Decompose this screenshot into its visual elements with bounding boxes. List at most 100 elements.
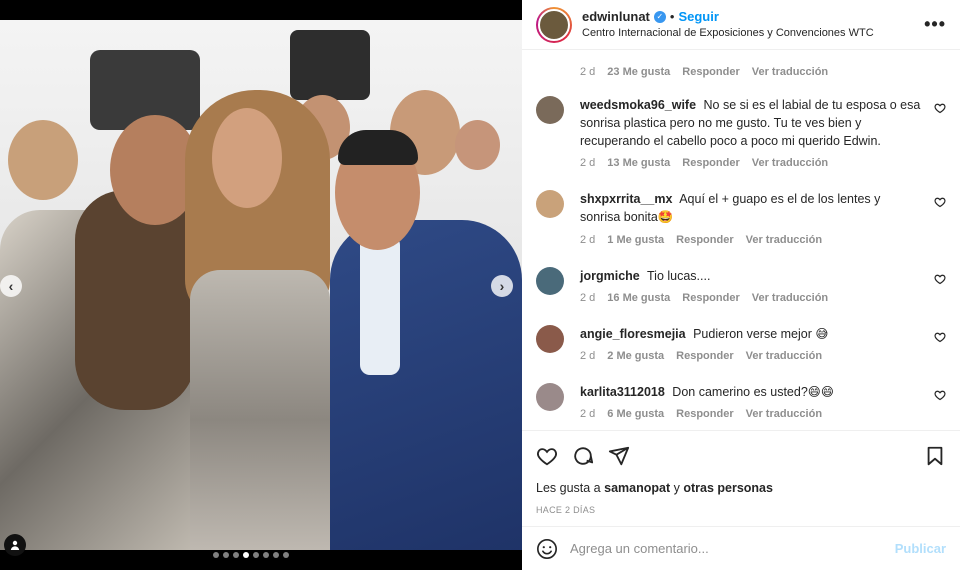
comment-meta: 2 d 2 Me gusta Responder Ver traducción <box>580 349 922 365</box>
commenter-username[interactable]: karlita3112018 <box>580 385 665 399</box>
commenter-username[interactable]: weedsmoka96_wife <box>580 98 696 112</box>
comment-item: karlita3112018 Don camerino es usted?😄😄 … <box>536 382 946 423</box>
author-username[interactable]: edwinlunat <box>582 9 650 26</box>
translate-button[interactable]: Ver traducción <box>746 407 822 423</box>
post-side-panel: edwinlunat ✓ • Seguir Centro Internacion… <box>522 0 960 570</box>
verified-badge-icon: ✓ <box>653 11 666 24</box>
translate-button[interactable]: Ver traducción <box>752 156 828 172</box>
carousel-dot <box>273 552 279 558</box>
commenter-avatar[interactable] <box>536 96 564 124</box>
next-arrow-icon[interactable]: › <box>491 275 513 297</box>
carousel-dot <box>283 552 289 558</box>
reply-button[interactable]: Responder <box>676 407 733 423</box>
comment-bubble-icon[interactable] <box>572 445 594 467</box>
carousel-indicator <box>213 552 289 558</box>
person-center-face <box>212 108 282 208</box>
reply-button[interactable]: Responder <box>676 233 733 249</box>
post-media: ‹ › <box>0 0 522 570</box>
comment-likes[interactable]: 6 Me gusta <box>607 407 664 423</box>
share-send-icon[interactable] <box>608 445 630 467</box>
comment-meta: 2 d 13 Me gusta Responder Ver traducción <box>580 156 922 172</box>
commenter-avatar[interactable] <box>536 382 564 411</box>
reply-button[interactable]: Responder <box>682 66 739 78</box>
person-center-dress <box>190 270 330 550</box>
comment-text: Don camerino es usted?😄😄 <box>672 384 834 399</box>
comment-like-heart-icon[interactable] <box>934 331 946 343</box>
carousel-dot <box>223 552 229 558</box>
comment-text: Tio lucas.... <box>647 268 711 283</box>
reply-button[interactable]: Responder <box>682 156 739 172</box>
commenter-avatar[interactable] <box>536 190 564 219</box>
person-right-shirt <box>360 235 400 375</box>
post-location[interactable]: Centro Internacional de Exposiciones y C… <box>582 26 924 40</box>
comment-time: 2 d <box>580 157 596 170</box>
like-heart-icon[interactable] <box>536 445 558 467</box>
carousel-dot <box>243 552 249 558</box>
comment-item: shxpxrrita__mx Aquí el + guapo es el de … <box>536 190 946 248</box>
more-options-icon[interactable]: ••• <box>924 14 946 35</box>
comment-time: 2 d <box>580 349 596 362</box>
comment-time: 2 d <box>580 233 596 246</box>
person-left-fur <box>75 190 195 410</box>
post-actions: Les gusta a samanopat y otras personas H… <box>522 430 960 515</box>
follow-button[interactable]: Seguir <box>678 9 718 26</box>
person-right-suit <box>330 220 522 550</box>
comment-time: 2 d <box>580 407 596 420</box>
header-separator: • <box>669 8 675 24</box>
add-comment-bar: Publicar <box>522 526 960 570</box>
publish-button[interactable]: Publicar <box>895 541 946 556</box>
likes-summary: Les gusta a samanopat y otras personas <box>536 481 946 495</box>
commenter-avatar[interactable] <box>536 324 564 353</box>
comment-likes[interactable]: 2 Me gusta <box>607 349 664 365</box>
background-person-4 <box>455 120 500 170</box>
comment-likes[interactable]: 16 Me gusta <box>607 291 670 307</box>
comment-item: weedsmoka96_wife No se si es el labial d… <box>536 96 946 172</box>
save-bookmark-icon[interactable] <box>924 445 946 467</box>
comment-like-heart-icon[interactable] <box>934 389 946 401</box>
comments-list[interactable]: 2 d 23 Me gusta Responder Ver traducción… <box>522 50 960 430</box>
comment-item: angie_floresmejia Pudieron verse mejor 😅… <box>536 324 946 365</box>
user-tag-icon[interactable] <box>4 534 26 556</box>
likes-connector: y <box>673 481 680 495</box>
translate-button[interactable]: Ver traducción <box>746 233 822 249</box>
background-person-1 <box>8 120 78 200</box>
previous-arrow-icon[interactable]: ‹ <box>0 275 22 297</box>
commenter-username[interactable]: shxpxrrita__mx <box>580 192 672 206</box>
comment-input[interactable] <box>570 541 895 556</box>
comment-time: 2 d <box>580 291 596 304</box>
translate-button[interactable]: Ver traducción <box>752 291 828 307</box>
comment-text: Pudieron verse mejor 😅 <box>693 326 829 341</box>
comment-likes[interactable]: 23 Me gusta <box>607 66 670 78</box>
likes-user-link[interactable]: samanopat <box>604 481 670 495</box>
post-photo[interactable] <box>0 20 522 550</box>
comment-time: 2 d <box>580 66 596 78</box>
emoji-icon[interactable] <box>536 538 558 560</box>
comment-meta: 2 d 16 Me gusta Responder Ver traducción <box>580 291 922 307</box>
reply-button[interactable]: Responder <box>676 349 733 365</box>
translate-button[interactable]: Ver traducción <box>752 66 828 78</box>
camera-shape-2 <box>290 30 370 100</box>
carousel-dot <box>263 552 269 558</box>
comment-item: jorgmiche Tio lucas.... 2 d 16 Me gusta … <box>536 266 946 307</box>
carousel-dot <box>253 552 259 558</box>
comment-meta: 2 d 6 Me gusta Responder Ver traducción <box>580 407 922 423</box>
translate-button[interactable]: Ver traducción <box>746 349 822 365</box>
reply-button[interactable]: Responder <box>682 291 739 307</box>
comment-like-heart-icon[interactable] <box>934 196 946 208</box>
post-header: edwinlunat ✓ • Seguir Centro Internacion… <box>522 0 960 50</box>
comment-likes[interactable]: 1 Me gusta <box>607 233 664 249</box>
person-right-hair <box>338 130 418 165</box>
author-avatar[interactable] <box>536 6 572 43</box>
comment-meta: 2 d 1 Me gusta Responder Ver traducción <box>580 233 922 249</box>
commenter-username[interactable]: jorgmiche <box>580 269 640 283</box>
commenter-avatar[interactable] <box>536 266 564 295</box>
comment-like-heart-icon[interactable] <box>934 273 946 285</box>
likes-prefix: Les gusta a <box>536 481 601 495</box>
comment-likes[interactable]: 13 Me gusta <box>607 156 670 172</box>
carousel-dot <box>233 552 239 558</box>
commenter-username[interactable]: angie_floresmejia <box>580 327 686 341</box>
carousel-dot <box>213 552 219 558</box>
likes-others-link[interactable]: otras personas <box>683 481 773 495</box>
comment-meta: 2 d 23 Me gusta Responder Ver traducción <box>536 50 946 78</box>
comment-like-heart-icon[interactable] <box>934 102 946 114</box>
